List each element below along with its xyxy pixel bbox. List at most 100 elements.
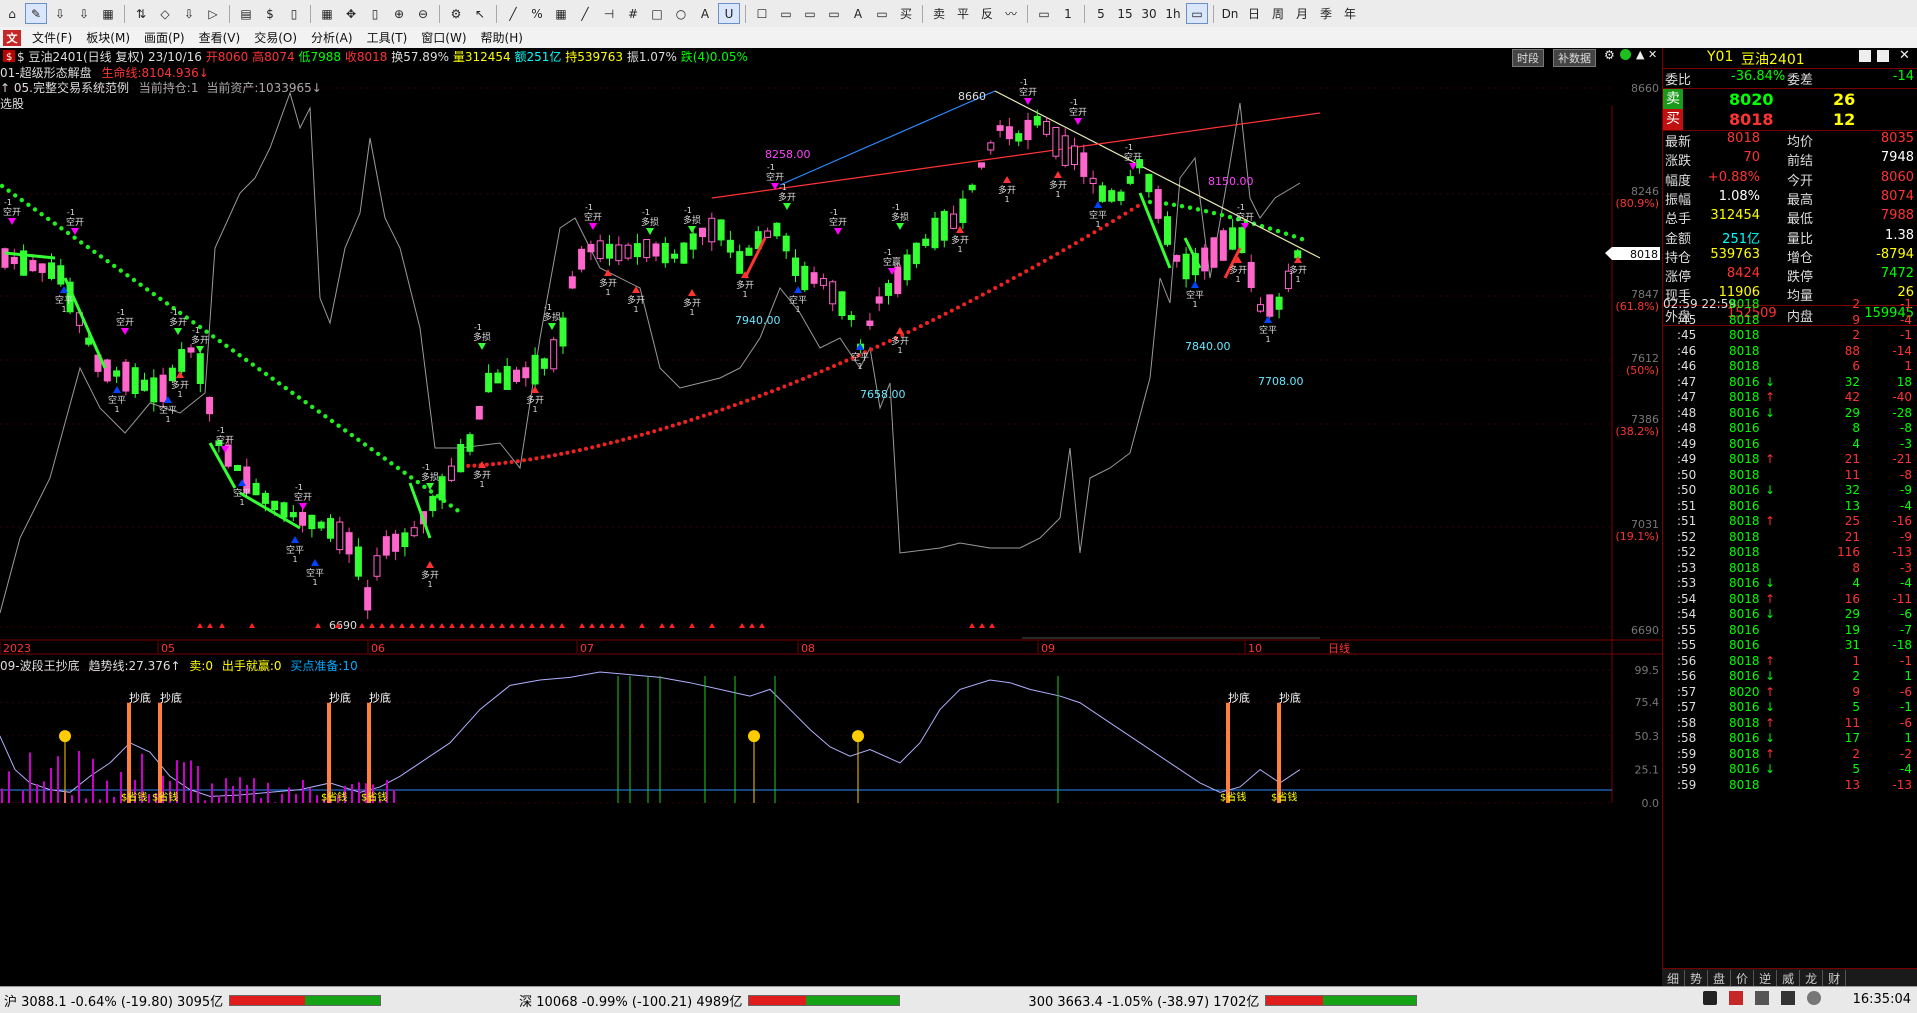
toolbar-button-52[interactable]: 年 [1339,3,1361,24]
toolbar-button-2[interactable]: ⇩ [49,3,71,24]
menu-item-5[interactable]: 分析(A) [304,29,360,46]
toolbar-button-15[interactable]: ⊕ [388,3,410,24]
toolbar-button-1[interactable]: ✎ [25,3,47,24]
settings-gear-icon[interactable]: ⚙ [1604,48,1615,62]
toolbar-button-12[interactable]: ▦ [316,3,338,24]
tick-row: :53 8016 ↓ 4 -4 [1663,576,1917,591]
toolbar-button-0[interactable]: ⌂ [1,3,23,24]
menu-item-8[interactable]: 帮助(H) [474,29,530,46]
toolbar-button-35[interactable]: 买 [895,3,917,24]
toolbar-button-24[interactable]: # [622,3,644,24]
panel-tab-5[interactable]: 威 [1777,969,1801,987]
close-icon[interactable]: ✕ [1648,48,1657,61]
toolbar-button-3[interactable]: ⇩ [73,3,95,24]
menu-item-0[interactable]: 文件(F) [25,29,79,46]
toolbar-button-22[interactable]: ╱ [574,3,596,24]
toolbar-button-47[interactable]: Dn [1219,3,1241,24]
toolbar-button-10[interactable]: $ [259,3,281,24]
toolbar-button-29[interactable]: ☐ [751,3,773,24]
panel-tab-2[interactable]: 盘 [1708,969,1732,987]
toolbar-button-4[interactable]: ▦ [97,3,119,24]
toolbar-button-31[interactable]: ▭ [799,3,821,24]
alert-icon[interactable] [1729,991,1743,1005]
toolbar-button-37[interactable]: 平 [952,3,974,24]
panel-window-icon[interactable] [1859,50,1871,62]
menu-item-2[interactable]: 画面(P) [137,29,192,46]
toolbar-button-34[interactable]: ▭ [871,3,893,24]
signal-qty: 1 [239,498,244,507]
toolbar-button-19[interactable]: ╱ [502,3,524,24]
toolbar-button-13[interactable]: ✥ [340,3,362,24]
toolbar-button-23[interactable]: ⊣ [598,3,620,24]
toolbar-button-7[interactable]: ⇩ [178,3,200,24]
supplement-data-button[interactable]: 补数据 [1553,49,1596,67]
panel-tab-4[interactable]: 逆 [1754,969,1778,987]
monitor-icon[interactable] [1703,991,1717,1005]
camera-icon[interactable] [1781,991,1795,1005]
toolbar-button-20[interactable]: % [526,3,548,24]
panel-tab-6[interactable]: 龙 [1800,969,1824,987]
toolbar-button-5[interactable]: ⇅ [130,3,152,24]
expand-icon[interactable]: ▲ [1636,48,1644,61]
toolbar-button-45[interactable]: 1h [1162,3,1184,24]
toolbar-button-39[interactable]: 〰 [1000,3,1022,24]
menu-item-7[interactable]: 窗口(W) [414,29,473,46]
kline-chart[interactable]: 86608246(80.9%)7847(61.8%)7612(50%)7386(… [0,48,1662,963]
toolbar-button-11[interactable]: ▯ [283,3,305,24]
sh-index[interactable]: 沪 3088.1 -0.64% (-19.80) 3095亿 [4,991,382,1010]
toolbar-button-30[interactable]: ▭ [775,3,797,24]
bid-row[interactable]: 买 8018 12 [1663,109,1917,131]
sar-dot-green [19,197,24,203]
toolbar-button-42[interactable]: 5 [1090,3,1112,24]
toolbar-button-46[interactable]: ▭ [1186,3,1208,24]
toolbar-button-6[interactable]: ◇ [154,3,176,24]
toolbar-button-21[interactable]: ▦ [550,3,572,24]
toolbar-button-18[interactable]: ↖ [469,3,491,24]
lock-icon[interactable] [1755,991,1769,1005]
toolbar-button-8[interactable]: ▷ [202,3,224,24]
network-icon[interactable] [1807,991,1821,1005]
signal-arrow-up [1094,201,1102,208]
sz-index[interactable]: 深 10068 -0.99% (-100.21) 4989亿 [519,991,901,1010]
panel-tab-0[interactable]: 细 [1662,969,1686,987]
sar-dot-red [838,361,843,366]
panel-layout-icon[interactable] [1877,50,1889,62]
ask-row[interactable]: 卖 8020 26 [1663,88,1917,110]
sar-dot-red [1055,251,1060,256]
menu-item-6[interactable]: 工具(T) [360,29,415,46]
panel-tab-7[interactable]: 财 [1823,969,1847,987]
menu-item-4[interactable]: 交易(O) [247,29,304,46]
toolbar-button-33[interactable]: A [847,3,869,24]
main-chart-area[interactable]: 8660 8246 (80.9%) 7847 (61.8%) 7612 (50%) 7386(… [0,48,1662,963]
menu-item-1[interactable]: 板块(M) [79,29,137,46]
hs300-index[interactable]: 300 3663.4 -1.05% (-38.97) 1702亿 [1028,991,1418,1010]
toolbar-button-38[interactable]: 反 [976,3,998,24]
date-axis-tick: 07 [580,642,594,655]
panel-close-icon[interactable]: ✕ [1899,48,1910,63]
toolbar-button-36[interactable]: 卖 [928,3,950,24]
toolbar-button-14[interactable]: ▯ [364,3,386,24]
toolbar-button-40[interactable]: ▭ [1033,3,1055,24]
menu-item-3[interactable]: 查看(V) [192,29,248,46]
panel-tab-3[interactable]: 价 [1731,969,1755,987]
toolbar-button-27[interactable]: A [694,3,716,24]
toolbar-button-44[interactable]: 30 [1138,3,1160,24]
toolbar-button-28[interactable]: U [718,3,740,24]
toolbar-button-26[interactable]: ○ [670,3,692,24]
bottom-mark [479,623,485,628]
toolbar-button-17[interactable]: ⚙ [445,3,467,24]
toolbar-button-9[interactable]: ▤ [235,3,257,24]
toolbar-button-41[interactable]: 1 [1057,3,1079,24]
toolbar-button-43[interactable]: 15 [1114,3,1136,24]
candle-body [708,217,716,243]
toolbar-button-50[interactable]: 月 [1291,3,1313,24]
toolbar-button-49[interactable]: 周 [1267,3,1289,24]
toolbar-separator [310,4,311,23]
toolbar-button-51[interactable]: 季 [1315,3,1337,24]
toolbar-button-25[interactable]: □ [646,3,668,24]
time-period-button[interactable]: 时段 [1512,49,1544,67]
toolbar-button-32[interactable]: ▭ [823,3,845,24]
panel-tab-1[interactable]: 势 [1685,969,1709,987]
toolbar-button-16[interactable]: ⊖ [412,3,434,24]
toolbar-button-48[interactable]: 日 [1243,3,1265,24]
